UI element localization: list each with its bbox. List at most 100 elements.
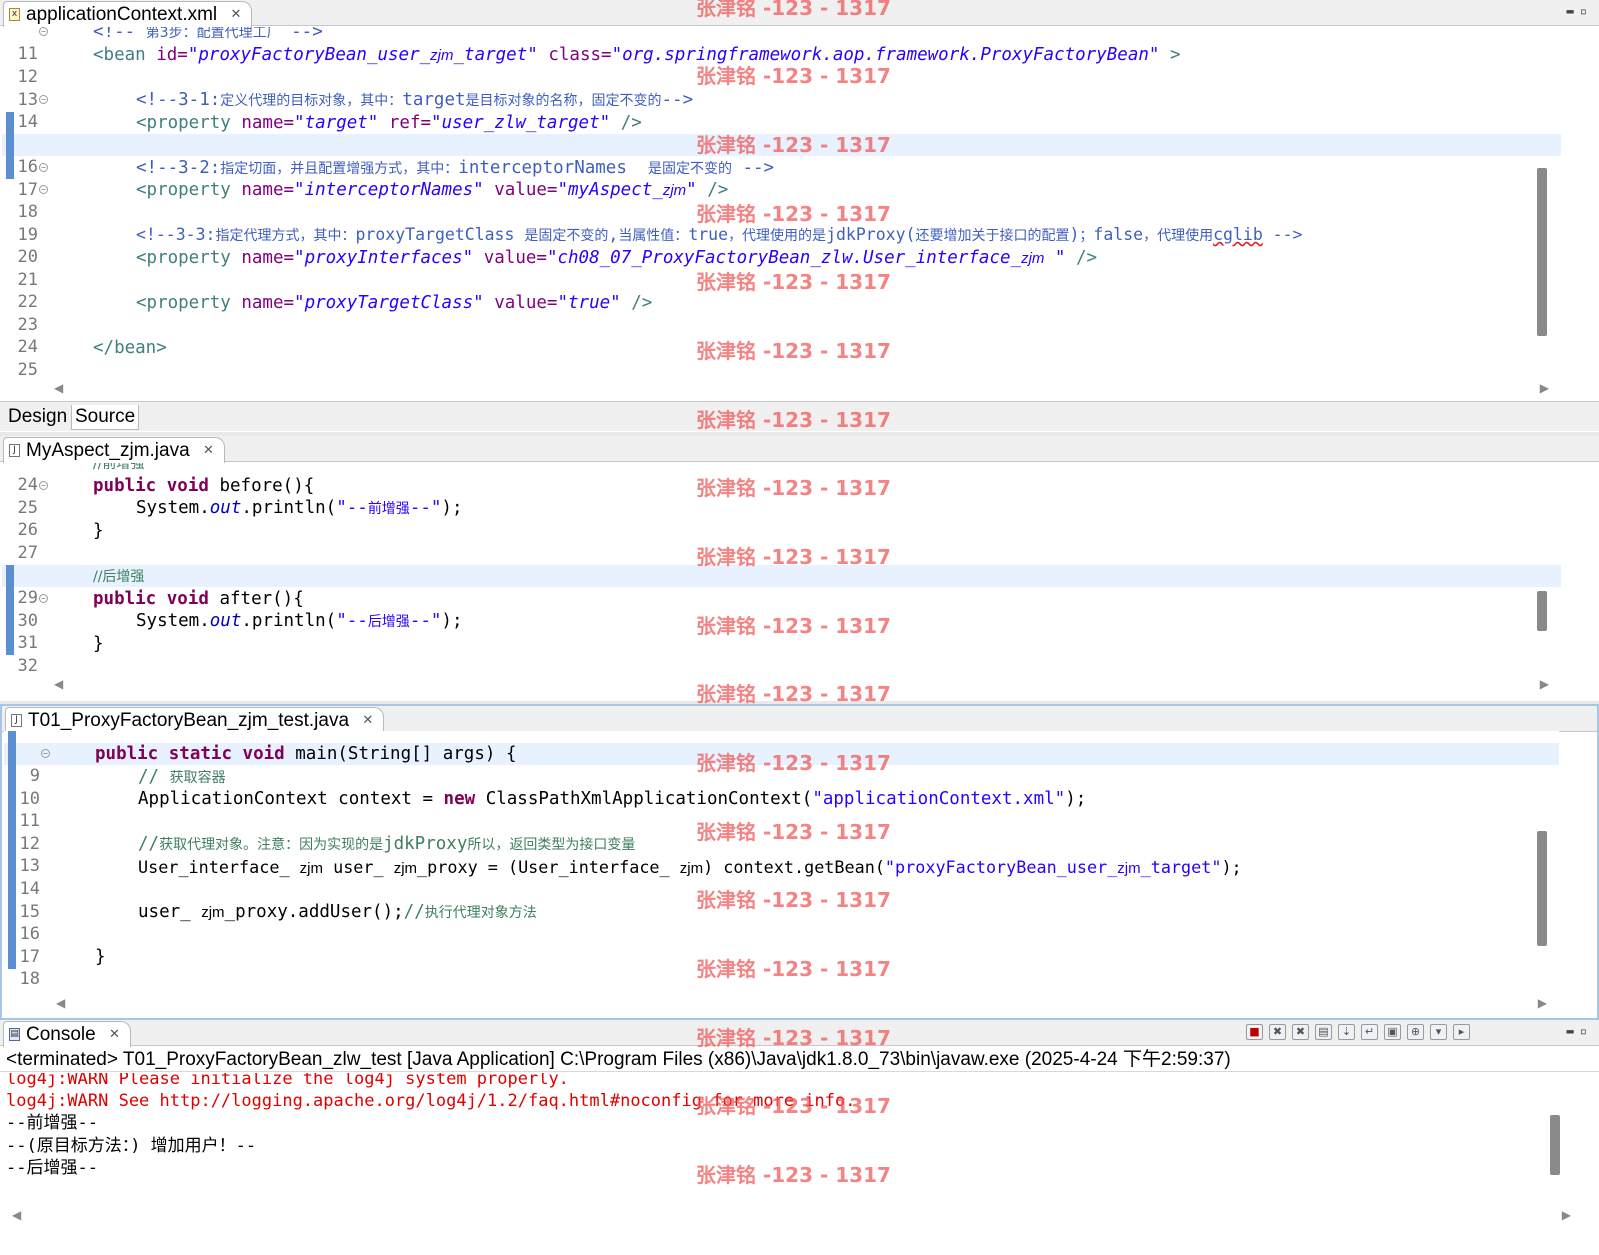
fold-icon[interactable]: − bbox=[41, 749, 50, 758]
code-line: 13 //获取代理对象。注意：因为实现的是jdkProxy所以，返回类型为接口变… bbox=[4, 833, 1559, 876]
console-icon: ▤ bbox=[9, 1028, 20, 1041]
fold-icon[interactable]: − bbox=[39, 95, 48, 104]
tab-t01-test-java[interactable]: J T01_ProxyFactoryBean_zjm_test.java ✕ bbox=[5, 707, 385, 733]
java-code: User_interface_ bbox=[138, 857, 300, 877]
xml-tag: <bean bbox=[93, 45, 146, 65]
java-code: before(){ bbox=[208, 476, 315, 496]
window-controls[interactable]: ▬▫ bbox=[1567, 4, 1593, 18]
code-line: 16 user_ zjm_proxy.addUser();//执行代理对象方法 bbox=[4, 901, 1559, 944]
code-line: 24 //前增强 bbox=[2, 463, 1561, 495]
tab-design[interactable]: Design bbox=[5, 405, 70, 430]
console-output[interactable]: log4j:WARN Please initialize the log4j s… bbox=[0, 1073, 1561, 1223]
terminate-icon[interactable]: ■ bbox=[1246, 1024, 1263, 1040]
test-code-area[interactable]: 8 9 − public static void main(String[] a… bbox=[4, 731, 1559, 993]
horizontal-scrollbar[interactable]: ◀ ▶ bbox=[50, 677, 1549, 693]
code-line: 25 </bean> bbox=[2, 337, 1561, 377]
horizontal-scrollbar[interactable]: ◀ ▶ bbox=[50, 381, 1549, 397]
xml-comment: 是固定不变的 bbox=[524, 228, 609, 244]
xml-value: "ch08_07_ProxyFactoryBean_zlw.User_inter… bbox=[546, 248, 1022, 268]
java-code: main(String[] args) { bbox=[284, 744, 517, 764]
fold-icon[interactable]: − bbox=[39, 163, 48, 172]
close-tab-icon[interactable]: ✕ bbox=[109, 1024, 120, 1046]
xml-comment: target bbox=[402, 90, 466, 110]
java-code: } bbox=[95, 947, 106, 967]
code-line: 12 bbox=[4, 811, 1559, 854]
xml-code-area[interactable]: 11 − <!-- 第3步：配置代理工厂 --> 12 <bean id="pr… bbox=[2, 27, 1561, 377]
xml-attr: value= bbox=[483, 180, 558, 200]
current-line: 16 bbox=[2, 134, 1561, 177]
pin-console-icon[interactable]: ⊕ bbox=[1407, 1024, 1424, 1040]
java-keyword: new bbox=[443, 789, 476, 809]
fold-icon[interactable]: − bbox=[39, 481, 48, 490]
java-comment: //后增强 bbox=[93, 569, 145, 585]
java-code: } bbox=[93, 521, 104, 541]
horizontal-scrollbar[interactable]: ◀ ▶ bbox=[52, 996, 1547, 1012]
xml-comment: <!--3-3: bbox=[136, 225, 216, 244]
clear-console-icon[interactable]: ▤ bbox=[1315, 1024, 1332, 1040]
xml-comment: --> bbox=[280, 27, 323, 42]
code-line: 25 − public void before(){ bbox=[2, 475, 1561, 518]
tab-applicationcontext-xml[interactable]: x applicationContext.xml ✕ bbox=[3, 1, 253, 27]
vertical-scrollbar-thumb[interactable] bbox=[1537, 168, 1547, 336]
code-line: 13 bbox=[2, 67, 1561, 110]
close-tab-icon[interactable]: ✕ bbox=[362, 710, 373, 732]
xml-attr: id= bbox=[145, 45, 188, 65]
remove-all-launches-icon[interactable]: ✖ bbox=[1292, 1024, 1309, 1040]
tab-console[interactable]: ▤ Console ✕ bbox=[3, 1021, 131, 1047]
java-code: after(){ bbox=[208, 589, 304, 609]
java-code: zjm bbox=[201, 904, 225, 921]
tab-myaspect-java[interactable]: J MyAspect_zjm.java ✕ bbox=[3, 437, 225, 463]
maximize-icon[interactable]: ▫ bbox=[1580, 4, 1593, 18]
xml-value: zjm bbox=[430, 47, 454, 64]
java-code: _proxy.addUser(); bbox=[224, 902, 404, 922]
xml-comment: <!--3-2: bbox=[136, 158, 221, 178]
java-comment: // bbox=[138, 767, 170, 787]
code-line: 20 <!--3-3:指定代理方式，其中：proxyTargetClass 是固… bbox=[2, 224, 1561, 267]
xml-value: " bbox=[686, 180, 697, 200]
java-keyword: void bbox=[166, 476, 209, 496]
tab-source[interactable]: Source bbox=[71, 405, 140, 430]
code-line: 17 − <!--3-2:指定切面，并且配置增强方式，其中：intercepto… bbox=[2, 157, 1561, 200]
remove-launch-icon[interactable]: ✖ bbox=[1269, 1024, 1286, 1040]
aspect-code-area[interactable]: 24 //前增强 25 − public void before(){ 26 S… bbox=[2, 463, 1561, 675]
close-tab-icon[interactable]: ✕ bbox=[230, 4, 241, 26]
vertical-scrollbar-thumb[interactable] bbox=[1537, 831, 1547, 946]
xml-tag: /> bbox=[1065, 248, 1098, 268]
xml-comment: 当属性值： bbox=[618, 228, 689, 244]
code-line: 30 − public void after(){ bbox=[2, 588, 1561, 631]
java-code: ); bbox=[1065, 789, 1087, 809]
open-console-icon[interactable]: ▸ bbox=[1453, 1024, 1470, 1040]
java-comment: // bbox=[403, 902, 425, 922]
fold-icon[interactable]: − bbox=[39, 185, 48, 194]
display-console-icon[interactable]: ▾ bbox=[1430, 1024, 1447, 1040]
fold-icon[interactable]: − bbox=[39, 27, 48, 36]
vertical-scrollbar-thumb[interactable] bbox=[1550, 1115, 1560, 1175]
horizontal-scrollbar[interactable]: ◀ ▶ bbox=[8, 1208, 1571, 1224]
code-line: 21 <property name="proxyInterfaces" valu… bbox=[2, 247, 1561, 290]
current-line: 9 − public static void main(String[] arg… bbox=[4, 743, 1559, 786]
java-field: out bbox=[209, 498, 242, 518]
xml-tag: <property bbox=[136, 248, 231, 268]
xml-tag: <property bbox=[136, 180, 231, 200]
show-console-icon[interactable]: ▣ bbox=[1384, 1024, 1401, 1040]
test-editor-panel: J T01_ProxyFactoryBean_zjm_test.java ✕ 8… bbox=[0, 704, 1599, 1020]
tab-label: MyAspect_zjm.java bbox=[26, 440, 190, 461]
window-controls[interactable]: ▬▫ bbox=[1567, 1024, 1593, 1038]
minimize-icon[interactable]: ▬ bbox=[1567, 1024, 1580, 1038]
current-line: 29 //后增强 bbox=[2, 565, 1561, 608]
vertical-scrollbar-thumb[interactable] bbox=[1537, 591, 1547, 631]
java-file-icon: J bbox=[11, 714, 22, 727]
xml-attr: name= bbox=[230, 248, 295, 268]
console-line: log4j:WARN See http://logging.apache.org… bbox=[6, 1091, 856, 1111]
close-tab-icon[interactable]: ✕ bbox=[203, 440, 214, 462]
minimize-icon[interactable]: ▬ bbox=[1567, 4, 1580, 18]
word-wrap-icon[interactable]: ↵ bbox=[1361, 1024, 1378, 1040]
java-string: "-- bbox=[336, 498, 368, 518]
fold-icon[interactable]: − bbox=[39, 594, 48, 603]
scroll-lock-icon[interactable]: ⇣ bbox=[1338, 1024, 1355, 1040]
aspect-editor-tabbar: J MyAspect_zjm.java ✕ bbox=[0, 436, 1599, 463]
code-line: 14 − <!--3-1:定义代理的目标对象，其中：target是目标对象的名称… bbox=[2, 89, 1561, 132]
java-comment: 所以，返回类型为接口变量 bbox=[467, 837, 636, 853]
console-status: <terminated> T01_ProxyFactoryBean_zlw_te… bbox=[0, 1048, 1599, 1072]
maximize-icon[interactable]: ▫ bbox=[1580, 1024, 1593, 1038]
